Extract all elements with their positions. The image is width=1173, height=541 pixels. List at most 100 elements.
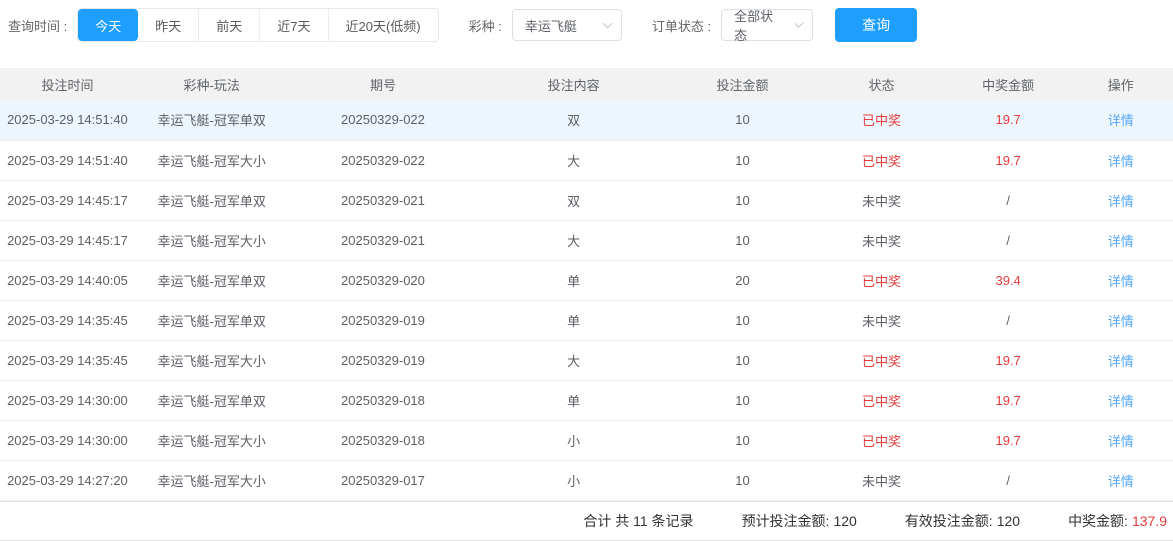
cell-action: 详情 xyxy=(1068,100,1173,141)
cell-status: 已中奖 xyxy=(815,420,948,461)
cell-bet-content: 单 xyxy=(477,260,670,301)
cell-issue-number: 20250329-018 xyxy=(288,420,478,461)
cell-issue-number: 20250329-020 xyxy=(288,260,478,301)
cell-bet-time: 2025-03-29 14:27:20 xyxy=(0,460,135,501)
cell-bet-content: 大 xyxy=(477,340,670,381)
cell-bet-content: 小 xyxy=(477,460,670,501)
cell-bet-time: 2025-03-29 14:35:45 xyxy=(0,340,135,381)
cell-prize-amount: / xyxy=(947,460,1069,501)
order-history-page: 查询时间 : 今天 昨天 前天 近7天 近20天(低频) 彩种 : 幸运飞艇 订单状态 … xyxy=(0,0,1173,541)
time-range-button[interactable]: 今天 xyxy=(78,9,139,41)
filter-bar: 查询时间 : 今天 昨天 前天 近7天 近20天(低频) 彩种 : 幸运飞艇 订单状态 … xyxy=(0,0,1173,46)
cell-bet-amount: 10 xyxy=(669,380,816,421)
table-row: 2025-03-29 14:51:40 幸运飞艇-冠军大小 20250329-0… xyxy=(0,140,1173,181)
cell-bet-amount: 10 xyxy=(669,420,816,461)
cell-bet-time: 2025-03-29 14:45:17 xyxy=(0,180,135,221)
cell-prize-amount: / xyxy=(947,300,1069,341)
table-body: 2025-03-29 14:51:40 幸运飞艇-冠军单双 20250329-0… xyxy=(0,100,1173,501)
column-header: 状态 xyxy=(815,68,948,100)
cell-bet-amount: 20 xyxy=(669,260,816,301)
cell-bet-time: 2025-03-29 14:51:40 xyxy=(0,140,135,181)
lottery-type-value: 幸运飞艇 xyxy=(524,18,577,34)
detail-link[interactable]: 详情 xyxy=(1108,354,1134,369)
table-row: 2025-03-29 14:27:20 幸运飞艇-冠军大小 20250329-0… xyxy=(0,460,1173,501)
cell-bet-time: 2025-03-29 14:30:00 xyxy=(0,380,135,421)
cell-action: 详情 xyxy=(1068,460,1173,501)
detail-link[interactable]: 详情 xyxy=(1108,474,1134,489)
cell-bet-amount: 10 xyxy=(669,460,816,501)
detail-link[interactable]: 详情 xyxy=(1108,274,1134,289)
detail-link[interactable]: 详情 xyxy=(1108,234,1134,249)
cell-issue-number: 20250329-021 xyxy=(288,220,478,261)
cell-prize-amount: 19.7 xyxy=(947,100,1069,141)
cell-issue-number: 20250329-019 xyxy=(288,340,478,381)
cell-bet-time: 2025-03-29 14:51:40 xyxy=(0,100,135,141)
search-button[interactable]: 查询 xyxy=(835,8,918,42)
cell-play-type: 幸运飞艇-冠军大小 xyxy=(134,420,289,461)
cell-status: 已中奖 xyxy=(815,140,948,181)
time-range-button[interactable]: 昨天 xyxy=(138,9,199,41)
column-header: 期号 xyxy=(288,68,478,100)
cell-prize-amount: 19.7 xyxy=(947,420,1069,461)
summary-bar: 合计 共 11 条记录 预计投注金额: 120 有效投注金额: 120 中奖金额: 1… xyxy=(0,500,1173,541)
cell-bet-amount: 10 xyxy=(669,140,816,181)
detail-link[interactable]: 详情 xyxy=(1108,434,1134,449)
table-row: 2025-03-29 14:40:05 幸运飞艇-冠军单双 20250329-0… xyxy=(0,260,1173,301)
cell-bet-amount: 10 xyxy=(669,220,816,261)
cell-status: 未中奖 xyxy=(815,460,948,501)
cell-issue-number: 20250329-021 xyxy=(288,180,478,221)
cell-bet-time: 2025-03-29 14:45:17 xyxy=(0,220,135,261)
total-records: 合计 共 11 条记录 xyxy=(583,512,694,529)
expected-bet-amount: 预计投注金额: 120 xyxy=(741,512,857,529)
cell-bet-amount: 10 xyxy=(669,180,816,221)
order-status-select[interactable]: 全部状态 xyxy=(721,9,814,43)
cell-bet-content: 双 xyxy=(477,100,670,141)
cell-bet-content: 大 xyxy=(477,140,670,181)
cell-play-type: 幸运飞艇-冠军单双 xyxy=(134,260,289,301)
table-row: 2025-03-29 14:45:17 幸运飞艇-冠军大小 20250329-0… xyxy=(0,220,1173,261)
lottery-type-select[interactable]: 幸运飞艇 xyxy=(511,9,622,41)
column-header: 彩种-玩法 xyxy=(134,68,289,100)
table-row: 2025-03-29 14:35:45 幸运飞艇-冠军大小 20250329-0… xyxy=(0,340,1173,381)
detail-link[interactable]: 详情 xyxy=(1108,314,1134,329)
cell-action: 详情 xyxy=(1068,220,1173,261)
detail-link[interactable]: 详情 xyxy=(1108,154,1134,169)
cell-bet-content: 单 xyxy=(477,380,670,421)
cell-play-type: 幸运飞艇-冠军单双 xyxy=(134,300,289,341)
cell-bet-time: 2025-03-29 14:30:00 xyxy=(0,420,135,461)
table-row: 2025-03-29 14:30:00 幸运飞艇-冠军大小 20250329-0… xyxy=(0,420,1173,461)
orders-table: 投注时间 彩种-玩法 期号 投注内容 投注金额 状态 中奖金额 操作 2025-03-29 1… xyxy=(0,68,1173,501)
cell-play-type: 幸运飞艇-冠军单双 xyxy=(134,100,289,141)
valid-bet-amount: 有效投注金额: 120 xyxy=(904,512,1021,529)
detail-link[interactable]: 详情 xyxy=(1108,394,1134,409)
detail-link[interactable]: 详情 xyxy=(1108,194,1134,209)
order-status-label: 订单状态 : xyxy=(651,18,712,34)
cell-bet-amount: 10 xyxy=(669,340,816,381)
cell-action: 详情 xyxy=(1068,140,1173,181)
detail-link[interactable]: 详情 xyxy=(1108,113,1134,128)
cell-status: 未中奖 xyxy=(815,300,948,341)
cell-play-type: 幸运飞艇-冠军大小 xyxy=(134,340,289,381)
cell-play-type: 幸运飞艇-冠军大小 xyxy=(134,220,289,261)
table-row: 2025-03-29 14:51:40 幸运飞艇-冠军单双 20250329-0… xyxy=(0,100,1173,141)
cell-bet-time: 2025-03-29 14:40:05 xyxy=(0,260,135,301)
table-row: 2025-03-29 14:30:00 幸运飞艇-冠军单双 20250329-0… xyxy=(0,380,1173,421)
time-range-button[interactable]: 近20天(低频) xyxy=(327,9,438,41)
query-time-label: 查询时间 : xyxy=(8,18,68,34)
cell-action: 详情 xyxy=(1068,260,1173,301)
column-header: 投注时间 xyxy=(0,68,135,100)
cell-issue-number: 20250329-019 xyxy=(288,300,478,341)
table-row: 2025-03-29 14:45:17 幸运飞艇-冠军单双 20250329-0… xyxy=(0,180,1173,221)
time-range-button[interactable]: 近7天 xyxy=(259,9,328,41)
cell-status: 已中奖 xyxy=(815,380,948,421)
cell-issue-number: 20250329-022 xyxy=(288,100,478,141)
cell-play-type: 幸运飞艇-冠军单双 xyxy=(134,180,289,221)
time-range-button[interactable]: 前天 xyxy=(198,9,260,41)
cell-status: 已中奖 xyxy=(815,260,948,301)
cell-bet-amount: 10 xyxy=(669,100,816,141)
cell-prize-amount: 39.4 xyxy=(947,260,1069,301)
cell-play-type: 幸运飞艇-冠军大小 xyxy=(134,140,289,181)
column-header: 操作 xyxy=(1068,68,1173,100)
column-header: 投注内容 xyxy=(477,68,670,100)
cell-bet-content: 小 xyxy=(477,420,670,461)
